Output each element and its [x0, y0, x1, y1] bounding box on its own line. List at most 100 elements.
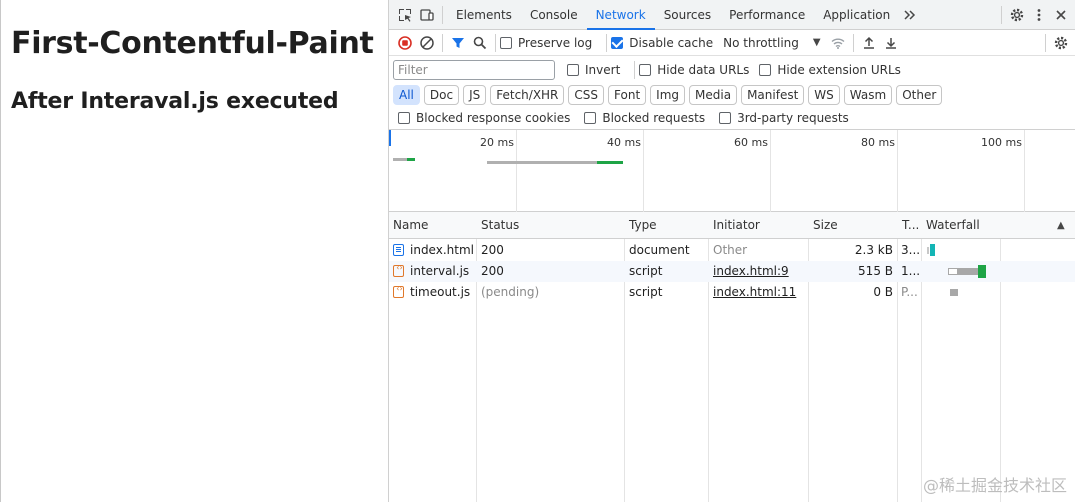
request-waterfall[interactable]	[922, 261, 1075, 282]
overview-window-handle[interactable]	[389, 130, 391, 146]
preserve-log-checkbox[interactable]: Preserve log	[500, 36, 592, 50]
request-status: 200	[481, 243, 504, 257]
column-header-status[interactable]: Status	[477, 212, 624, 239]
column-header-size[interactable]: Size	[809, 212, 897, 239]
tab-application[interactable]: Application	[814, 0, 899, 30]
request-waterfall[interactable]	[922, 282, 1075, 303]
overview-gridline	[516, 130, 517, 212]
page-heading-after-interval: After Interaval.js executed	[11, 89, 339, 114]
blocked-filter-bar: Blocked response cookies Blocked request…	[389, 107, 1075, 130]
toolbar-separator-4	[852, 33, 854, 52]
blocked-response-cookies-box[interactable]	[398, 112, 410, 124]
request-name-text: index.html	[410, 243, 474, 257]
sort-ascending-icon[interactable]: ▲	[1057, 212, 1065, 239]
request-status: 200	[481, 264, 504, 278]
tab-elements[interactable]: Elements	[447, 0, 521, 30]
type-filter-css[interactable]: CSS	[568, 85, 605, 105]
column-header-waterfall[interactable]: Waterfall	[922, 212, 1042, 239]
table-row[interactable]: interval.js 200 script index.html:9 515 …	[389, 261, 1075, 282]
hide-extension-urls-box[interactable]	[759, 63, 772, 76]
network-settings-gear-icon[interactable]	[1050, 32, 1072, 54]
invert-checkbox[interactable]: Invert	[567, 63, 620, 77]
export-har-download-icon[interactable]	[880, 32, 902, 54]
request-name[interactable]: timeout.js	[389, 282, 476, 303]
column-header-name[interactable]: Name	[389, 212, 476, 239]
table-row[interactable]: index.html 200 document Other 2.3 kB 3..…	[389, 240, 1075, 261]
hide-extension-urls-label: Hide extension URLs	[777, 62, 901, 77]
toolbar-separator	[442, 33, 443, 52]
request-waterfall[interactable]	[922, 240, 1075, 261]
tab-network[interactable]: Network	[586, 0, 655, 30]
type-filter-manifest[interactable]: Manifest	[741, 85, 805, 105]
throttling-select[interactable]: No throttling ▼	[723, 36, 820, 50]
tab-sources[interactable]: Sources	[655, 0, 720, 30]
overview-bar-index-download	[407, 158, 415, 161]
settings-gear-icon[interactable]	[1006, 4, 1028, 26]
blocked-response-cookies-label: Blocked response cookies	[416, 111, 571, 125]
device-toolbar-icon[interactable]	[416, 4, 438, 26]
request-type: script	[629, 285, 663, 299]
third-party-requests-box[interactable]	[719, 112, 732, 124]
column-header-time[interactable]: T...	[898, 212, 921, 239]
tab-performance[interactable]: Performance	[720, 0, 814, 30]
request-name[interactable]: interval.js	[389, 261, 476, 282]
waterfall-pending-bar	[950, 289, 958, 296]
type-filter-wasm[interactable]: Wasm	[843, 85, 893, 105]
type-filter-font[interactable]: Font	[608, 85, 647, 105]
type-filter-other[interactable]: Other	[896, 85, 943, 105]
table-row[interactable]: timeout.js (pending) script index.html:1…	[389, 282, 1075, 303]
tab-separator	[442, 5, 443, 24]
filter-input[interactable]	[393, 59, 555, 80]
overview-gridline	[1024, 130, 1025, 212]
stop-recording-icon[interactable]	[394, 32, 416, 54]
type-filter-media[interactable]: Media	[689, 85, 738, 105]
filter-separator	[634, 60, 636, 79]
close-devtools-icon[interactable]	[1050, 4, 1072, 26]
request-size: 515 B	[858, 264, 893, 278]
request-name[interactable]: index.html	[389, 240, 476, 261]
request-size: 2.3 kB	[854, 243, 893, 257]
more-options-kebab-icon[interactable]	[1028, 4, 1050, 26]
preserve-log-box[interactable]	[500, 36, 512, 49]
network-conditions-wifi-icon[interactable]	[827, 32, 849, 54]
clear-log-icon[interactable]	[416, 32, 438, 54]
dropdown-caret-icon: ▼	[812, 37, 821, 48]
script-icon	[393, 262, 405, 277]
type-filter-ws[interactable]: WS	[808, 85, 840, 105]
type-filter-img[interactable]: Img	[650, 85, 686, 105]
network-overview-timeline[interactable]: 20 ms 40 ms 60 ms 80 ms 100 ms	[389, 130, 1075, 212]
type-filter-js[interactable]: JS	[463, 85, 487, 105]
request-status: (pending)	[481, 285, 540, 299]
hide-data-urls-box[interactable]	[639, 63, 652, 76]
disable-cache-checkbox[interactable]: Disable cache	[611, 36, 713, 50]
request-initiator-link[interactable]: index.html:9	[709, 261, 808, 282]
third-party-requests-checkbox[interactable]: 3rd-party requests	[719, 111, 849, 125]
throttling-value: No throttling	[723, 35, 799, 50]
disable-cache-box[interactable]	[611, 36, 624, 49]
chevron-double-right-icon[interactable]	[899, 4, 921, 26]
inspect-element-icon[interactable]	[394, 4, 416, 26]
type-filter-fetch-xhr[interactable]: Fetch/XHR	[490, 85, 565, 105]
filter-funnel-icon[interactable]	[447, 32, 469, 54]
column-header-type[interactable]: Type	[625, 212, 708, 239]
request-type: document	[629, 243, 690, 257]
blocked-requests-checkbox[interactable]: Blocked requests	[584, 111, 705, 125]
type-filter-doc[interactable]: Doc	[423, 85, 460, 105]
request-initiator-link[interactable]: index.html:11	[709, 282, 808, 303]
request-time: 1...	[901, 264, 921, 278]
invert-box[interactable]	[567, 63, 579, 76]
waterfall-download-bar	[978, 265, 986, 278]
type-filter-all[interactable]: All	[393, 85, 420, 105]
overview-bar-interval-waiting	[487, 161, 597, 164]
request-size: 0 B	[873, 285, 893, 299]
import-har-upload-icon[interactable]	[858, 32, 880, 54]
hide-extension-urls-checkbox[interactable]: Hide extension URLs	[759, 63, 901, 77]
blocked-requests-box[interactable]	[584, 112, 597, 124]
toolbar-separator-5	[1045, 33, 1046, 52]
tab-console[interactable]: Console	[521, 0, 587, 30]
column-header-initiator[interactable]: Initiator	[709, 212, 808, 239]
hide-data-urls-checkbox[interactable]: Hide data URLs	[639, 63, 749, 77]
search-icon[interactable]	[469, 32, 491, 54]
blocked-response-cookies-checkbox[interactable]: Blocked response cookies	[398, 111, 570, 125]
overview-tick-label: 80 ms	[861, 136, 895, 149]
